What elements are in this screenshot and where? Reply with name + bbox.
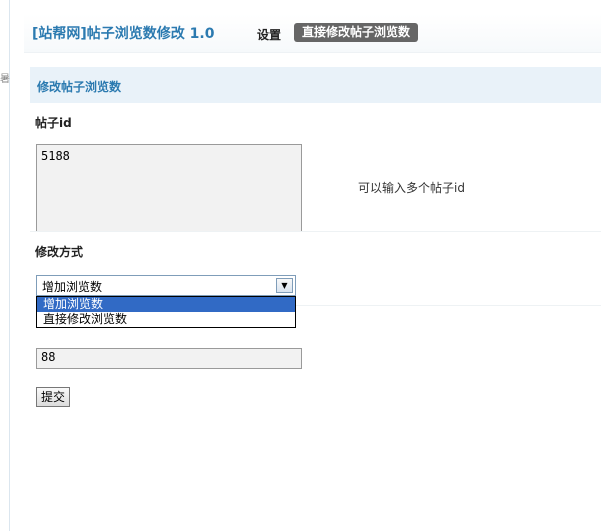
submit-button[interactable]: 提交 (36, 387, 71, 407)
mode-label: 修改方式 (35, 245, 84, 259)
main-panel: [站帮网]帖子浏览数修改 1.0 设置 直接修改帖子浏览数 修改帖子浏览数 帖子… (24, 0, 601, 531)
left-frame-edge: 暑 (0, 0, 10, 531)
mode-select[interactable]: 增加浏览数 ▼ (36, 275, 296, 296)
post-id-textarea[interactable]: 5188 (36, 144, 302, 232)
header-bar: [站帮网]帖子浏览数修改 1.0 设置 直接修改帖子浏览数 (24, 14, 601, 53)
section-header: 修改帖子浏览数 (30, 67, 601, 103)
nav-edit-views-tab[interactable]: 直接修改帖子浏览数 (294, 23, 419, 42)
count-input[interactable]: 88 (36, 348, 302, 369)
post-id-hint: 可以输入多个帖子id (358, 181, 465, 195)
left-frame-fragment: 暑 (0, 74, 10, 85)
mode-option[interactable]: 增加浏览数 (37, 297, 295, 312)
mode-dropdown-list[interactable]: 增加浏览数 直接修改浏览数 (36, 296, 296, 328)
section-title: 修改帖子浏览数 (37, 80, 122, 94)
divider (294, 305, 601, 306)
chevron-down-icon[interactable]: ▼ (276, 278, 293, 293)
divider (30, 231, 601, 232)
nav-settings-link[interactable]: 设置 (257, 26, 281, 43)
mode-select-value: 增加浏览数 (42, 280, 103, 294)
app-title: [站帮网]帖子浏览数修改 1.0 (32, 26, 215, 42)
mode-option[interactable]: 直接修改浏览数 (37, 312, 295, 327)
post-id-label: 帖子id (35, 116, 72, 130)
